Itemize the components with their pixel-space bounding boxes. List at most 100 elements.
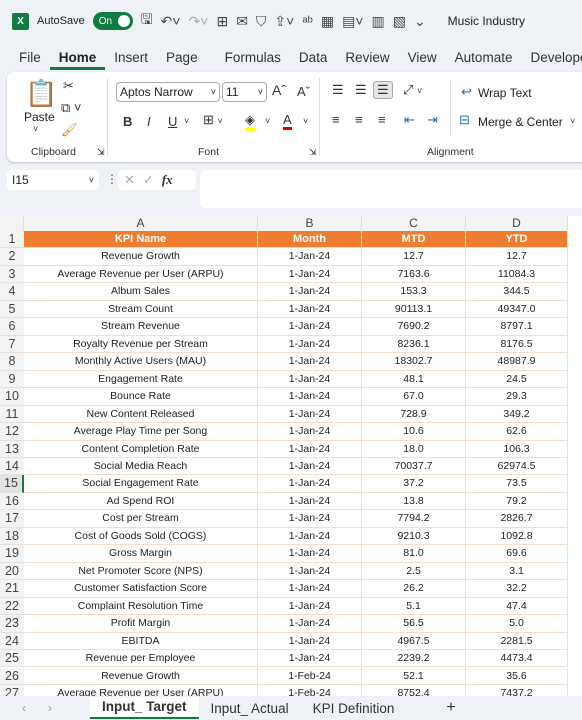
align-center-icon[interactable]: ≡ bbox=[355, 112, 363, 127]
redo-icon[interactable]: ↷˅ bbox=[189, 13, 209, 30]
table-cell[interactable]: 90113.1 bbox=[362, 300, 466, 319]
align-right-icon[interactable]: ≡ bbox=[378, 112, 386, 127]
table-cell[interactable]: 5.1 bbox=[362, 597, 466, 616]
table-cell[interactable]: 48.1 bbox=[362, 370, 466, 389]
column-header-d[interactable]: D bbox=[466, 216, 568, 231]
increase-indent-icon[interactable]: ⇥ bbox=[427, 112, 438, 128]
align-top-icon[interactable]: ☰ bbox=[332, 82, 344, 98]
table-cell[interactable]: 1-Jan-24 bbox=[258, 423, 362, 441]
table-cell[interactable]: Revenue Growth bbox=[24, 248, 258, 266]
table-cell[interactable]: 12.7 bbox=[362, 248, 466, 266]
table-cell[interactable]: 1-Jan-24 bbox=[258, 580, 362, 598]
autosave-toggle[interactable]: On bbox=[92, 12, 133, 30]
enter-icon[interactable]: ✓ bbox=[143, 172, 154, 188]
copy-icon[interactable]: ⧉ ˅ bbox=[61, 100, 82, 116]
row-header[interactable]: 17 bbox=[0, 510, 24, 528]
table-cell[interactable]: 1-Jan-24 bbox=[258, 632, 362, 651]
table-cell[interactable]: Album Sales bbox=[24, 283, 258, 301]
table-cell[interactable]: 1092.8 bbox=[466, 527, 568, 546]
table-cell[interactable]: Ad Spend ROI bbox=[24, 492, 258, 511]
row-header[interactable]: 6 bbox=[0, 318, 24, 336]
table-cell[interactable]: 56.5 bbox=[362, 615, 466, 633]
row-header[interactable]: 18 bbox=[0, 527, 24, 546]
row-header[interactable]: 21 bbox=[0, 580, 24, 598]
table-cell[interactable]: 13.8 bbox=[362, 492, 466, 511]
email-icon[interactable]: ✉ bbox=[236, 13, 248, 30]
table-cell[interactable]: 12.7 bbox=[466, 248, 568, 266]
table-cell[interactable]: 2.5 bbox=[362, 562, 466, 581]
tab-formulas[interactable]: Formulas bbox=[216, 48, 290, 70]
calculator-icon[interactable]: ▤˅ bbox=[342, 13, 363, 30]
table-cell[interactable]: 349.2 bbox=[466, 405, 568, 424]
table-cell[interactable]: 1-Jan-24 bbox=[258, 335, 362, 354]
tab-automate[interactable]: Automate bbox=[446, 48, 522, 70]
save-icon[interactable]: 🖫 bbox=[141, 9, 153, 33]
row-header[interactable]: 1 bbox=[0, 231, 24, 249]
table-cell[interactable]: 70037.7 bbox=[362, 457, 466, 476]
column-header-a[interactable]: A bbox=[24, 216, 258, 231]
tab-file[interactable]: File bbox=[10, 48, 50, 70]
table-cell[interactable]: 1-Jan-24 bbox=[258, 318, 362, 336]
row-header[interactable]: 12 bbox=[0, 423, 24, 441]
table-cell[interactable]: Content Completion Rate bbox=[24, 440, 258, 458]
table-cell[interactable]: 4473.4 bbox=[466, 650, 568, 668]
table-cell[interactable]: Social Media Reach bbox=[24, 457, 258, 476]
table-cell[interactable]: 62974.5 bbox=[466, 457, 568, 476]
form-icon[interactable]: ▧ bbox=[393, 13, 406, 30]
orientation-icon[interactable]: ⤢ ˅ bbox=[403, 82, 422, 98]
table-cell[interactable]: 1-Jan-24 bbox=[258, 353, 362, 371]
borders-button-icon[interactable]: ⊞ ˅ bbox=[203, 112, 223, 128]
table-cell[interactable]: 10.6 bbox=[362, 423, 466, 441]
table-cell[interactable]: 52.1 bbox=[362, 667, 466, 685]
table-cell[interactable]: 26.2 bbox=[362, 580, 466, 598]
cancel-icon[interactable]: ✕ bbox=[124, 172, 135, 188]
row-header[interactable]: 15 bbox=[0, 475, 24, 493]
table-cell[interactable]: 728.9 bbox=[362, 405, 466, 424]
table-cell[interactable]: 153.3 bbox=[362, 283, 466, 301]
header-cell[interactable]: MTD bbox=[362, 231, 466, 249]
table-cell[interactable]: 1-Jan-24 bbox=[258, 597, 362, 616]
table-cell[interactable]: Average Revenue per User (ARPU) bbox=[24, 265, 258, 284]
table-cell[interactable]: Complaint Resolution Time bbox=[24, 597, 258, 616]
row-header[interactable]: 4 bbox=[0, 283, 24, 301]
tab-home[interactable]: Home bbox=[49, 48, 106, 70]
header-cell[interactable]: YTD bbox=[466, 231, 568, 249]
wrap-text-icon[interactable]: ↩ bbox=[461, 84, 472, 100]
table-cell[interactable]: 11084.3 bbox=[466, 265, 568, 284]
align-bottom-icon[interactable]: ☰ bbox=[373, 81, 393, 99]
table-cell[interactable]: 24.5 bbox=[466, 370, 568, 389]
table-cell[interactable]: Stream Revenue bbox=[24, 318, 258, 336]
table-cell[interactable]: 79.2 bbox=[466, 492, 568, 511]
bold-button[interactable]: B bbox=[123, 114, 132, 129]
table-cell[interactable]: 67.0 bbox=[362, 388, 466, 406]
spelling-icon[interactable]: ᵃᵇ bbox=[302, 13, 313, 29]
table-cell[interactable]: Cost per Stream bbox=[24, 510, 258, 528]
wrap-text-button[interactable]: Wrap Text bbox=[478, 86, 532, 100]
table-cell[interactable]: 1-Jan-24 bbox=[258, 545, 362, 563]
tab-review[interactable]: Review bbox=[336, 48, 398, 70]
table-cell[interactable]: 35.6 bbox=[466, 667, 568, 685]
table-cell[interactable]: 81.0 bbox=[362, 545, 466, 563]
table-cell[interactable]: 1-Jan-24 bbox=[258, 562, 362, 581]
row-header[interactable]: 20 bbox=[0, 562, 24, 581]
table-cell[interactable]: 1-Jan-24 bbox=[258, 300, 362, 319]
row-header[interactable]: 19 bbox=[0, 545, 24, 563]
table-cell[interactable]: Profit Margin bbox=[24, 615, 258, 633]
fill-color-icon[interactable]: ◈ bbox=[245, 112, 255, 131]
align-middle-icon[interactable]: ☰ bbox=[355, 82, 367, 98]
table-cell[interactable]: 37.2 bbox=[362, 475, 466, 493]
name-box[interactable]: I15 ˅ bbox=[7, 170, 99, 190]
table-cell[interactable]: Customer Satisfaction Score bbox=[24, 580, 258, 598]
tab-developer[interactable]: Developer bbox=[521, 48, 582, 70]
shrink-font-button[interactable]: Aˇ bbox=[297, 84, 310, 99]
table-cell[interactable]: 1-Jan-24 bbox=[258, 527, 362, 546]
table-cell[interactable]: Monthly Active Users (MAU) bbox=[24, 353, 258, 371]
tab-page-layout[interactable]: Page Layout bbox=[157, 48, 216, 85]
table-cell[interactable]: 2281.5 bbox=[466, 632, 568, 651]
merge-center-button[interactable]: Merge & Center bbox=[478, 115, 563, 129]
tab-data[interactable]: Data bbox=[290, 48, 337, 70]
paste-button[interactable]: Paste bbox=[24, 110, 55, 124]
table-cell[interactable]: Engagement Rate bbox=[24, 370, 258, 389]
paste-chevron-icon[interactable]: ˅ bbox=[33, 124, 38, 134]
table-cell[interactable]: 1-Jan-24 bbox=[258, 615, 362, 633]
